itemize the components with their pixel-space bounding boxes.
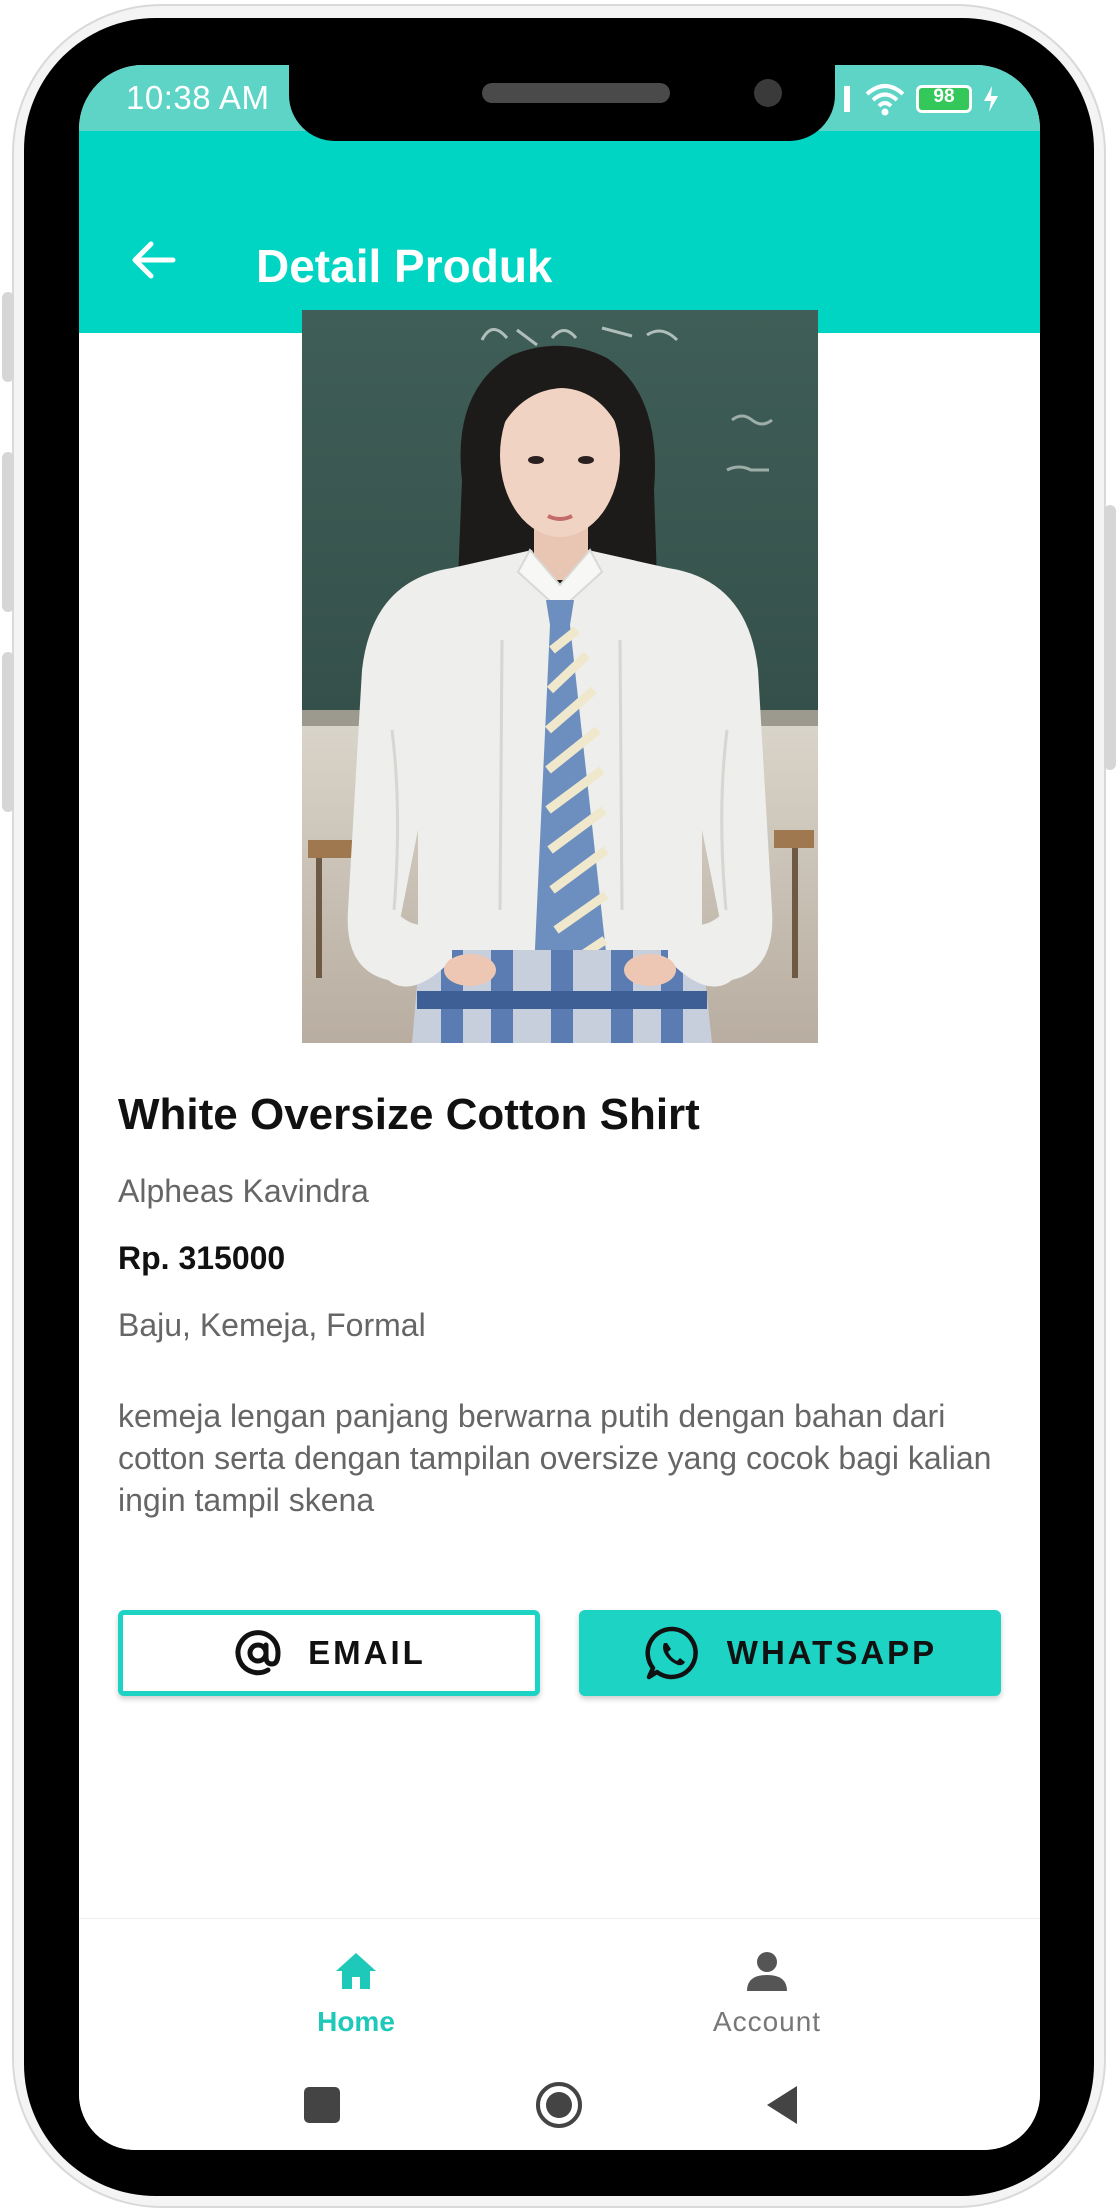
nav-account[interactable]: Account: [667, 1919, 867, 2059]
page-title: Detail Produk: [256, 240, 553, 292]
volume-up-button-hw: [2, 292, 14, 382]
charging-icon: [984, 86, 998, 112]
recents-square-icon[interactable]: [297, 2080, 347, 2130]
bottom-navigation: Home Account: [79, 1918, 1040, 2059]
product-description: kemeja lengan panjang berwarna putih den…: [118, 1398, 992, 1518]
nav-home-label: Home: [317, 2006, 395, 2037]
app-bar: Detail Produk: [79, 131, 1040, 333]
person-icon: [747, 1952, 787, 1991]
battery-icon: 98: [916, 85, 972, 113]
wifi-icon: [865, 84, 905, 116]
product-tags: Baju, Kemeja, Formal: [118, 1307, 426, 1343]
back-triangle-icon[interactable]: [759, 2080, 809, 2130]
product-seller: Alpheas Kavindra: [118, 1173, 369, 1209]
silent-switch-hw: [2, 652, 14, 812]
volume-down-button-hw: [2, 452, 14, 612]
at-sign-icon: [235, 1630, 281, 1676]
product-price: Rp. 315000: [118, 1240, 286, 1276]
speaker-grille: [482, 83, 670, 103]
power-button-hw: [1104, 505, 1116, 770]
signal-icon: [844, 86, 850, 112]
product-photo: [302, 310, 818, 1043]
whatsapp-button[interactable]: WHATSAPP: [579, 1610, 1001, 1696]
app-screen: 10:38 AM 98 Detail Produk White Oversize…: [79, 65, 1040, 2150]
battery-level: 98: [933, 86, 955, 107]
email-button[interactable]: EMAIL: [118, 1610, 540, 1696]
home-circle-icon[interactable]: [534, 2080, 584, 2130]
whatsapp-button-label: WHATSAPP: [726, 1634, 938, 1671]
status-icons: 98: [840, 79, 1000, 119]
system-navigation-bar: [79, 2058, 1040, 2150]
nav-home[interactable]: Home: [256, 1919, 456, 2059]
whatsapp-icon: [645, 1626, 698, 1680]
front-camera: [754, 79, 782, 107]
product-name: White Oversize Cotton Shirt: [118, 1090, 700, 1139]
back-arrow-icon[interactable]: [117, 224, 189, 296]
notch: [289, 65, 835, 141]
product-image: [302, 310, 818, 1043]
status-time: 10:38 AM: [126, 79, 270, 116]
home-icon: [336, 1953, 376, 1989]
nav-account-label: Account: [712, 2006, 822, 2037]
email-button-label: EMAIL: [308, 1634, 426, 1671]
